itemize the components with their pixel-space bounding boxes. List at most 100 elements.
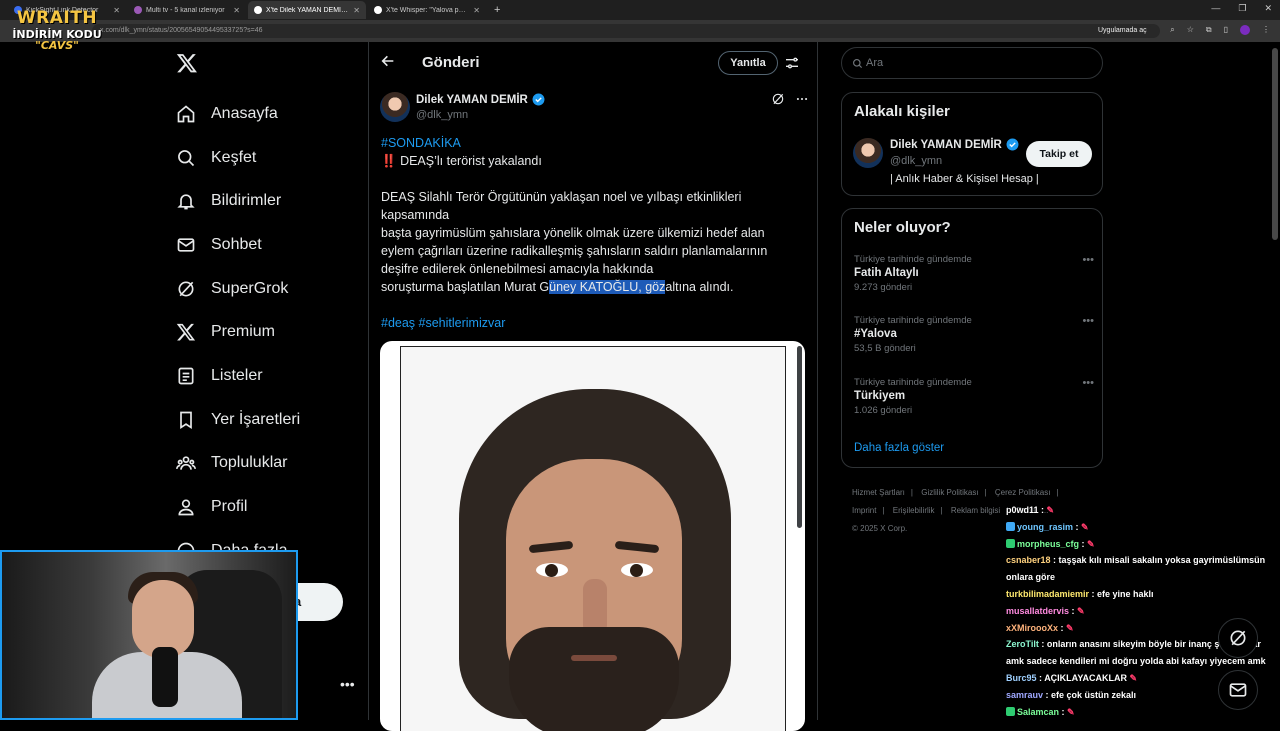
chat-username: turkbilimadamiemir [1006, 588, 1090, 599]
trend-item[interactable]: Türkiye tarihinde gündemde Fatih Altaylı… [854, 254, 1094, 293]
person-name[interactable]: Dilek YAMAN DEMİR [890, 138, 1019, 151]
tab-title: X'te Whisper: "Yalova polisinin [386, 6, 470, 14]
star-icon[interactable]: ☆ [1187, 25, 1194, 35]
nav-label: Anasayfa [211, 104, 278, 122]
chat-username: p0wd11 [1006, 505, 1039, 515]
communities-icon [176, 456, 196, 471]
tab-close-icon[interactable]: ✕ [113, 6, 120, 15]
nav-item-chat[interactable]: Sohbet [176, 223, 300, 267]
person-bio: | Anlık Haber & Kişisel Hesap | [890, 173, 1039, 185]
trend-name: Türkiyem [854, 390, 906, 402]
nav-item-premium[interactable]: Premium [176, 310, 300, 354]
post-image[interactable] [380, 341, 805, 731]
search-input[interactable]: Ara [841, 47, 1103, 79]
x-icon [176, 324, 196, 341]
chat-username: samrauv [1006, 689, 1044, 700]
x-logo-icon[interactable] [176, 52, 198, 74]
tab-title: X'te Dilek YAMAN DEMİR: "#SO [266, 6, 349, 14]
grok-icon[interactable] [771, 92, 785, 106]
new-tab-button[interactable]: + [488, 4, 506, 16]
column-divider [368, 42, 369, 720]
show-more-link[interactable]: Daha fazla göster [854, 442, 944, 454]
nav-item-supergrok[interactable]: SuperGrok [176, 267, 300, 311]
toolbar-icons: ⌕ ☆ ⧉ ▯ ⋮ [1170, 25, 1270, 35]
list-icon [178, 367, 194, 385]
person-name-text: Dilek YAMAN DEMİR [890, 138, 1002, 151]
profile-avatar-icon[interactable] [1240, 25, 1250, 35]
menu-icon[interactable]: ⋮ [1262, 25, 1270, 35]
nav-item-lists[interactable]: Listeler [176, 354, 300, 398]
chat-text: efe yine haklı [1097, 588, 1154, 599]
author-handle[interactable]: @dlk_ymn [416, 109, 468, 121]
nav-item-notifications[interactable]: Bildirimler [176, 179, 300, 223]
tab-close-icon[interactable]: ✕ [233, 6, 240, 15]
footer-link[interactable]: Hizmet Şartları [852, 488, 905, 497]
hashtag-links[interactable]: #deaş #sehitlerimizvar [381, 314, 801, 332]
chat-message: csnaber18 : taşşak kılı misali sakalın y… [1006, 555, 1266, 583]
trend-item[interactable]: Türkiye tarihinde gündemde #Yalova 53,5 … [854, 315, 1094, 354]
footer-link[interactable]: Imprint [852, 506, 876, 515]
follow-button[interactable]: Takip et [1026, 141, 1092, 167]
nav-label: Yer İşaretleri [211, 410, 301, 428]
browser-tab[interactable]: Multi tv - 5 kanal izleniyor ✕ [128, 1, 246, 19]
hashtag-link[interactable]: #SONDAKİKA [381, 134, 801, 152]
window-controls: — ❐ ✕ [1211, 3, 1272, 14]
headline-text: DEAŞ’lı terörist yakalandı [400, 154, 542, 168]
reply-button[interactable]: Yanıtla [718, 51, 778, 75]
account-menu-dots-icon[interactable]: ••• [340, 676, 355, 692]
author-name[interactable]: Dilek YAMAN DEMİR [416, 93, 545, 106]
trend-more-icon[interactable]: ••• [1082, 377, 1094, 389]
back-arrow-icon[interactable] [380, 53, 396, 69]
author-avatar[interactable] [380, 92, 410, 122]
trend-context: Türkiye tarihinde gündemde [854, 315, 972, 326]
grok-floating-button[interactable] [1218, 618, 1258, 658]
nav-item-communities[interactable]: Topluluklar [176, 442, 300, 486]
browser-tab-active[interactable]: X'te Dilek YAMAN DEMİR: "#SO ✕ [248, 1, 366, 19]
browser-tab[interactable]: X'te Whisper: "Yalova polisinin ✕ [368, 1, 486, 19]
bell-icon [177, 194, 195, 210]
close-window-icon[interactable]: ✕ [1264, 3, 1272, 14]
nav-label: Keşfet [211, 148, 257, 166]
url-field[interactable]: x.com/dlk_ymn/status/2005654905449533725… [92, 24, 1160, 38]
maximize-icon[interactable]: ❐ [1238, 3, 1246, 14]
nav-label: Listeler [211, 366, 263, 384]
tab-close-icon[interactable]: ✕ [353, 6, 360, 15]
center-scrollbar[interactable] [797, 346, 802, 528]
footer-link[interactable]: Çerez Politikası [995, 488, 1051, 497]
sidebar-icon[interactable]: ▯ [1224, 25, 1228, 35]
extensions-icon[interactable]: ⧉ [1206, 25, 1212, 35]
footer-link[interactable]: Gizlilik Politikası [921, 488, 978, 497]
open-in-app-button[interactable]: Uygulamada aç [1092, 25, 1153, 37]
person-handle[interactable]: @dlk_ymn [890, 155, 942, 167]
zoom-icon[interactable]: ⌕ [1170, 25, 1174, 35]
page-scrollbar[interactable] [1272, 48, 1278, 240]
nav-item-profile[interactable]: Profil [176, 485, 300, 529]
chat-message: musallatdervis : ✎ [1006, 605, 1085, 616]
more-options-icon[interactable] [795, 92, 809, 106]
settings-sliders-icon[interactable] [784, 55, 800, 71]
main-nav: Anasayfa Keşfet Bildirimler Sohbet Super… [176, 92, 300, 573]
chat-text: efe çok üstün zekalı [1051, 689, 1137, 700]
emote-icon: ✎ [1081, 521, 1089, 532]
messages-floating-button[interactable] [1218, 670, 1258, 710]
emote-icon: ✎ [1077, 605, 1085, 616]
person-avatar[interactable] [853, 138, 883, 168]
nav-item-explore[interactable]: Keşfet [176, 136, 300, 180]
nav-label: Bildirimler [211, 192, 282, 210]
trend-more-icon[interactable]: ••• [1082, 315, 1094, 327]
verified-badge-icon [532, 93, 545, 106]
nav-item-bookmarks[interactable]: Yer İşaretleri [176, 398, 300, 442]
trend-name: Fatih Altaylı [854, 267, 919, 279]
minimize-icon[interactable]: — [1211, 3, 1220, 14]
emote-icon: ✎ [1066, 622, 1074, 633]
trend-more-icon[interactable]: ••• [1082, 254, 1094, 266]
chat-message: p0wd11 : ✎ [1006, 505, 1055, 515]
copyright: © 2025 X Corp. [852, 524, 908, 533]
chat-username: Salamcan [1017, 706, 1060, 717]
footer-link[interactable]: Reklam bilgisi [951, 506, 1000, 515]
footer-link[interactable]: Erişilebilirlik [893, 506, 935, 515]
trend-item[interactable]: Türkiye tarihinde gündemde Türkiyem 1.02… [854, 377, 1094, 416]
sponsor-logo: WRAITH İNDİRİM KODU "CAVS" [12, 10, 102, 52]
tab-close-icon[interactable]: ✕ [473, 6, 480, 15]
nav-item-home[interactable]: Anasayfa [176, 92, 300, 136]
